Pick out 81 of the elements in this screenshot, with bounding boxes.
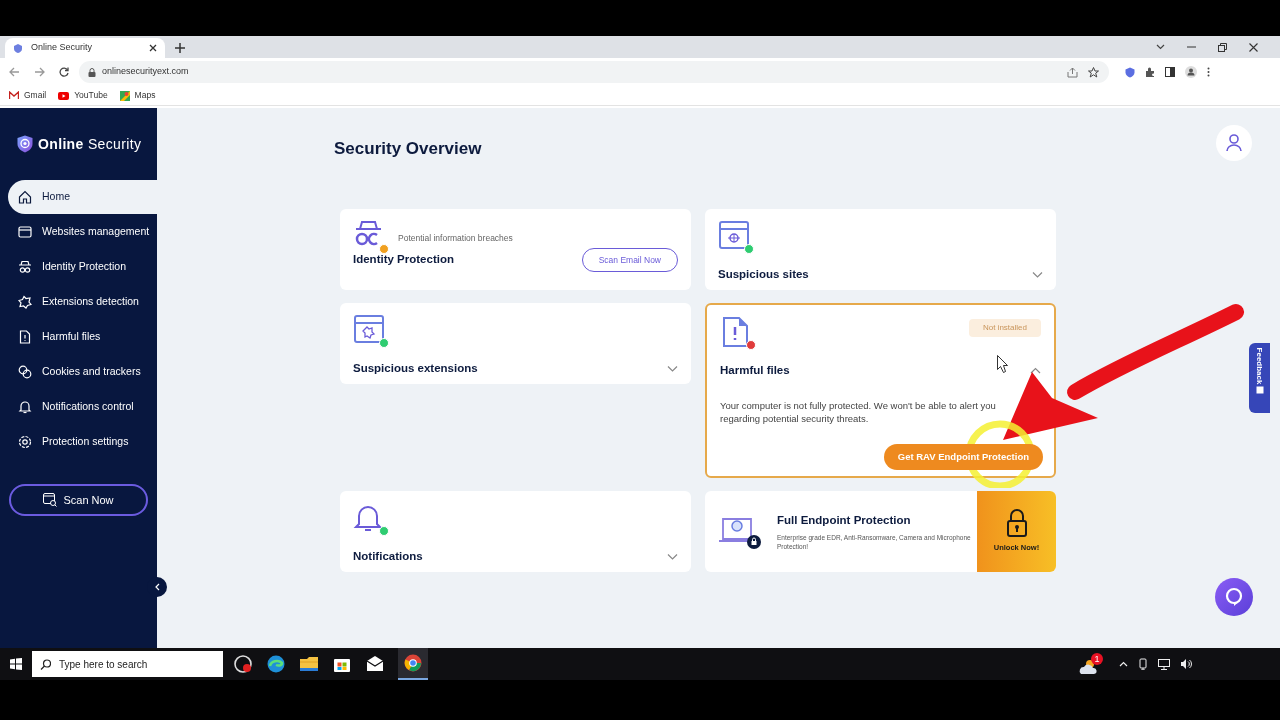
chat-button[interactable] — [1215, 578, 1253, 616]
card-title: Suspicious extensions — [353, 361, 478, 376]
status-tag: Not installed — [968, 319, 1041, 337]
cursor-icon — [997, 355, 1008, 373]
card-title: Suspicious sites — [718, 267, 809, 282]
star-icon[interactable] — [1088, 66, 1099, 78]
sidebar-item[interactable]: Cookies and trackers — [8, 355, 157, 389]
side-panel-icon[interactable] — [1165, 67, 1175, 77]
bookmark[interactable]: Maps — [119, 89, 156, 102]
scan-button[interactable]: Scan Now — [9, 484, 148, 516]
chevron-down-icon[interactable] — [1156, 44, 1165, 50]
sidebar-item[interactable]: Notifications control — [8, 390, 157, 424]
shield-icon — [13, 42, 23, 54]
url-text: onlinesecurityext.com — [102, 65, 189, 79]
map-icon — [119, 90, 130, 101]
profile-icon[interactable] — [1185, 66, 1197, 78]
network-icon[interactable] — [1158, 658, 1170, 670]
edge-icon[interactable] — [266, 654, 286, 674]
tab-title: Online Security — [31, 41, 94, 55]
chat-icon — [1225, 587, 1243, 607]
incognito-icon — [18, 260, 32, 274]
bookmark[interactable]: YouTube — [58, 89, 108, 102]
forward-icon[interactable] — [34, 67, 45, 77]
play-icon — [58, 91, 70, 100]
card-description: Your computer is not fully protected. We won't be able to alert you regarding potential security threats. — [720, 399, 997, 426]
chrome-icon — [404, 654, 422, 672]
sidebar-item[interactable]: Protection settings — [8, 425, 157, 459]
volume-icon[interactable] — [1180, 658, 1192, 670]
feedback-label: Feedback — [1255, 347, 1264, 385]
lock-icon — [88, 67, 96, 77]
windows-start-icon[interactable] — [10, 658, 22, 670]
card-subtitle: Potential information breaches — [398, 232, 513, 245]
cloud-sun-icon — [1078, 657, 1098, 676]
file-icon — [18, 330, 32, 344]
search-placeholder: Type here to search — [59, 657, 148, 672]
sidebar-item[interactable]: Identity Protection — [8, 250, 157, 284]
logo-icon — [17, 135, 33, 153]
bookmark[interactable]: Gmail — [9, 89, 47, 102]
restore-icon[interactable] — [1218, 42, 1227, 52]
search-icon — [40, 658, 51, 670]
file-alert-icon — [720, 316, 751, 347]
reload-icon[interactable] — [59, 67, 69, 77]
card-title: Notifications — [353, 549, 423, 564]
menu-icon[interactable] — [1207, 67, 1210, 77]
device-icon[interactable] — [1138, 658, 1148, 670]
settings-icon — [18, 435, 32, 449]
brand-name: Online Security — [38, 134, 142, 154]
browser-window-icon — [18, 225, 32, 239]
shield-icon[interactable] — [1125, 66, 1135, 78]
user-icon — [1226, 134, 1242, 152]
page-title: Security Overview — [334, 138, 482, 158]
user-avatar-button[interactable] — [1216, 125, 1252, 161]
message-icon — [1255, 386, 1264, 394]
browser-tab[interactable]: Online Security — [5, 38, 165, 58]
folder-icon[interactable] — [299, 654, 319, 674]
card-title: Full Endpoint Protection — [777, 512, 912, 528]
card-title: Harmful files — [720, 363, 790, 378]
new-tab-icon[interactable] — [175, 43, 185, 53]
mail-icon — [9, 91, 19, 100]
minimize-icon[interactable] — [1187, 43, 1196, 51]
lock-icon — [1005, 509, 1028, 538]
sidebar-item[interactable]: Extensions detection — [8, 285, 157, 319]
chrome-taskbar-button[interactable] — [398, 648, 428, 680]
sidebar-item[interactable]: Home — [8, 180, 157, 214]
sidebar-item[interactable]: Websites management — [8, 215, 157, 249]
close-icon[interactable] — [1249, 42, 1258, 52]
address-bar[interactable]: onlinesecurityext.com — [79, 61, 1109, 83]
scan-icon — [43, 493, 58, 507]
bell-icon — [18, 400, 32, 414]
feedback-tab[interactable]: Feedback — [1249, 343, 1270, 413]
weather-button[interactable]: 1 — [1078, 652, 1103, 676]
share-icon[interactable] — [1067, 66, 1078, 78]
taskbar-search-field[interactable]: Type here to search — [32, 651, 223, 677]
sidebar-item[interactable]: Harmful files — [8, 320, 157, 354]
home-icon — [18, 190, 32, 204]
card-title: Identity Protection — [353, 252, 454, 268]
back-icon[interactable] — [9, 67, 20, 77]
chevron-left-icon — [154, 583, 160, 591]
mail-icon[interactable] — [365, 654, 385, 674]
notification-badge: 1 — [1091, 652, 1103, 665]
close-icon[interactable] — [149, 44, 157, 52]
